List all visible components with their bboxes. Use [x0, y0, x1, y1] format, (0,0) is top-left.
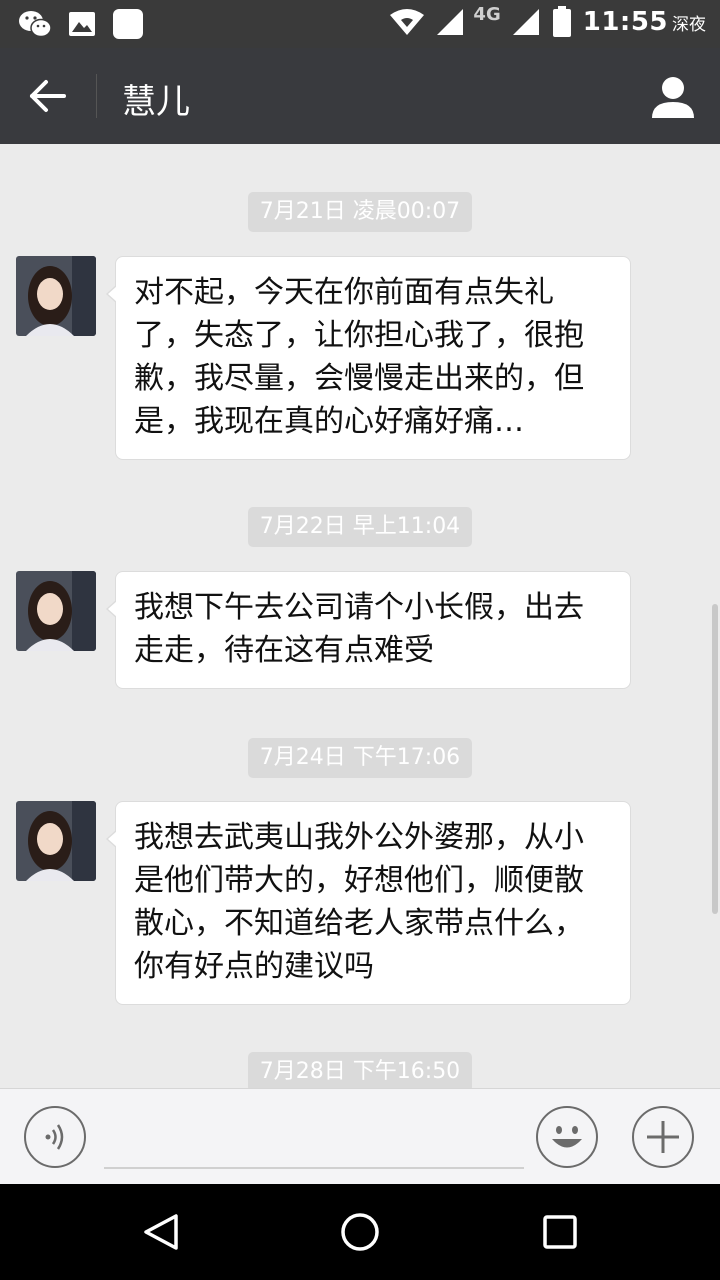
gallery-icon	[69, 12, 95, 36]
timestamp-label: 7月22日 早上11:04	[247, 507, 473, 547]
back-button[interactable]	[22, 70, 74, 122]
message-timestamp: 7月21日 凌晨00:07	[0, 192, 720, 232]
signal-icon-secondary	[512, 9, 539, 35]
avatar[interactable]	[16, 571, 96, 651]
person-icon	[652, 77, 694, 118]
voice-input-button[interactable]	[24, 1106, 86, 1168]
contact-profile-button[interactable]	[650, 74, 696, 120]
chat-title: 慧儿	[122, 82, 190, 122]
contact-avatar-image	[16, 571, 96, 651]
system-indicators: 4G 11:55 深夜	[389, 3, 706, 38]
emoji-button[interactable]	[536, 1106, 598, 1168]
clock-time: 11:55	[582, 7, 668, 37]
wifi-icon	[390, 9, 425, 35]
message-input-bar	[0, 1088, 720, 1185]
header-divider	[96, 74, 97, 118]
message-list[interactable]: 7月21日 凌晨00:07 对不起，今天在你前面有点失礼了，失态了，让你担心我了…	[0, 144, 720, 1088]
wechat-icon	[19, 11, 52, 38]
timestamp-label: 7月21日 凌晨00:07	[247, 192, 473, 232]
message-bubble[interactable]: 我想去武夷山我外公外婆那，从小是他们带大的，好想他们，顺便散散心，不知道给老人家…	[106, 801, 631, 1005]
message-timestamp: 7月24日 下午17:06	[0, 738, 720, 778]
nav-recents-icon	[543, 1215, 577, 1249]
timestamp-label: 7月24日 下午17:06	[247, 738, 473, 778]
message-input[interactable]	[104, 1109, 524, 1169]
battery-icon	[552, 6, 571, 37]
nav-recents-button[interactable]	[536, 1208, 584, 1256]
more-options-button[interactable]	[632, 1106, 694, 1168]
network-type-label: 4G	[473, 3, 501, 25]
timestamp-label: 7月28日 下午16:50	[247, 1052, 473, 1088]
message-bubble[interactable]: 对不起，今天在你前面有点失礼了，失态了，让你担心我了，很抱歉，我尽量，会慢慢走出…	[106, 256, 631, 460]
avatar[interactable]	[16, 801, 96, 881]
message-timestamp: 7月22日 早上11:04	[0, 507, 720, 547]
clock-period: 深夜	[672, 15, 706, 35]
nav-back-icon	[144, 1214, 178, 1250]
avatar[interactable]	[16, 256, 96, 336]
contact-avatar-image	[16, 801, 96, 881]
smiley-icon	[552, 1126, 582, 1148]
app-icon	[113, 9, 143, 39]
voice-icon	[45, 1124, 64, 1150]
clock: 11:55 深夜	[583, 7, 706, 37]
message-bubble[interactable]: 我想下午去公司请个小长假，出去走走，待在这有点难受	[106, 571, 631, 689]
message-timestamp: 7月28日 下午16:50	[0, 1052, 720, 1088]
nav-back-button[interactable]	[136, 1208, 184, 1256]
notification-icons	[18, 8, 144, 40]
signal-icon	[437, 9, 464, 35]
nav-home-icon	[341, 1213, 379, 1251]
plus-icon	[647, 1121, 679, 1153]
arrow-left-icon	[30, 80, 66, 112]
nav-home-button[interactable]	[336, 1208, 384, 1256]
chat-header: 慧儿	[0, 48, 720, 144]
system-navigation-bar	[0, 1184, 720, 1280]
status-bar: 4G 11:55 深夜	[0, 0, 720, 48]
contact-avatar-image	[16, 256, 96, 336]
scrollbar[interactable]	[712, 604, 718, 914]
